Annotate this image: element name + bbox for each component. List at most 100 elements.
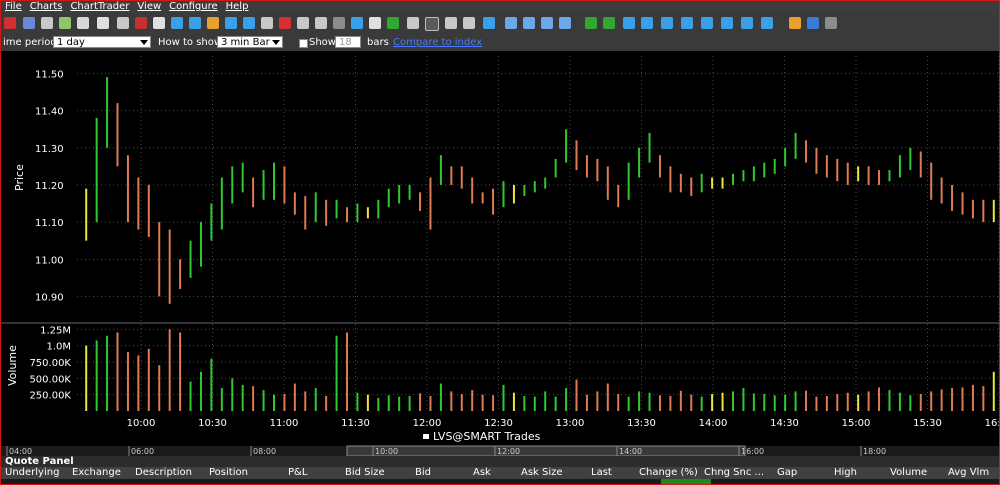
align2-icon[interactable]	[681, 17, 693, 29]
col-description[interactable]: Description	[135, 467, 192, 479]
clock-icon[interactable]	[97, 17, 109, 29]
no-draw-icon[interactable]	[279, 17, 291, 29]
options-bar: ime period 1 day How to show 3 min Bar S…	[1, 35, 999, 51]
grid-icon[interactable]	[225, 17, 237, 29]
col-ask-size[interactable]: Ask Size	[521, 467, 563, 479]
show-count-input[interactable]: 18	[335, 36, 361, 48]
col-bid-size[interactable]: Bid Size	[345, 467, 385, 479]
compass-icon[interactable]	[117, 17, 129, 29]
stop-icon[interactable]	[135, 17, 147, 29]
overview-tick-label: 04:00	[9, 447, 32, 456]
chevron-down-icon	[272, 40, 280, 45]
align5-icon[interactable]	[741, 17, 753, 29]
bars-label: bars	[367, 37, 389, 48]
col-volume[interactable]: Volume	[890, 467, 927, 479]
volume-tick-label: 1.25M	[40, 325, 71, 336]
trend-arrow-icon[interactable]	[483, 17, 495, 29]
time-tick-label: 13:00	[556, 418, 585, 429]
col-ask[interactable]: Ask	[473, 467, 491, 479]
overview-tick-label: 10:00	[375, 447, 398, 456]
col-last[interactable]: Last	[591, 467, 612, 479]
time-tick-label: 15:00	[842, 418, 871, 429]
gear-icon[interactable]	[807, 17, 819, 29]
menu-charttrader[interactable]: ChartTrader	[70, 1, 129, 13]
time-tick-label: 13:30	[627, 418, 656, 429]
col-pnl[interactable]: P&L	[288, 467, 307, 479]
ruler-icon[interactable]	[77, 17, 89, 29]
col-change[interactable]: Change (%)	[639, 467, 698, 479]
arc-icon[interactable]	[559, 17, 571, 29]
volume-tick-label: 500.00K	[29, 374, 71, 385]
how-to-show-value: 3 min Bar	[221, 37, 270, 48]
tool-green2-icon[interactable]	[603, 17, 615, 29]
channel-icon[interactable]	[523, 17, 535, 29]
rotate-right-icon[interactable]	[463, 17, 475, 29]
time-tick-label: 11:00	[270, 418, 299, 429]
menu-file[interactable]: File	[5, 1, 22, 13]
marker-icon[interactable]	[315, 17, 327, 29]
fan-icon[interactable]	[541, 17, 553, 29]
tool-green-icon[interactable]	[585, 17, 597, 29]
print-icon[interactable]	[261, 17, 273, 29]
pointer-icon[interactable]	[333, 17, 345, 29]
refresh-icon[interactable]	[59, 17, 71, 29]
col-chng-snc[interactable]: Chng Snc ...	[704, 467, 764, 479]
overview-tick-label: 16:00	[741, 447, 764, 456]
align6-icon[interactable]	[761, 17, 773, 29]
col-gap[interactable]: Gap	[777, 467, 797, 479]
money-icon[interactable]	[387, 17, 399, 29]
flag-icon[interactable]	[369, 17, 381, 29]
align4-icon[interactable]	[721, 17, 733, 29]
tool-blue2-icon[interactable]	[641, 17, 653, 29]
table-icon[interactable]	[243, 17, 255, 29]
time-tick-label: 14:30	[770, 418, 799, 429]
time-tick-label: 12:00	[413, 418, 442, 429]
col-high[interactable]: High	[834, 467, 857, 479]
menu-help[interactable]: Help	[226, 1, 249, 13]
time-period-select[interactable]: 1 day	[53, 36, 151, 48]
volume-tick-label: 250.00K	[29, 391, 71, 402]
col-underlying[interactable]: Underlying	[5, 467, 59, 479]
quote-row[interactable]	[1, 479, 999, 484]
volume-tick-label: 750.00K	[29, 358, 71, 369]
col-avg-vlm[interactable]: Avg Vlm	[948, 467, 989, 479]
legend-swatch	[423, 434, 429, 439]
col-bid[interactable]: Bid	[415, 467, 431, 479]
quote-panel-header: Quote Panel	[1, 456, 999, 467]
crosshair-icon[interactable]	[4, 17, 16, 29]
price-tick-label: 10.90	[35, 292, 64, 303]
how-to-show-label: How to show	[158, 37, 223, 48]
fibonacci-icon[interactable]	[505, 17, 517, 29]
wrench-icon[interactable]	[825, 17, 837, 29]
globe-icon[interactable]	[789, 17, 801, 29]
line-icon[interactable]	[207, 17, 219, 29]
menu-view[interactable]: View	[137, 1, 161, 13]
plus-icon[interactable]	[407, 17, 419, 29]
compare-to-index-link[interactable]: Compare to index	[393, 37, 482, 48]
chart-window: File Charts ChartTrader View Configure H…	[0, 0, 1000, 485]
zoom-icon[interactable]	[41, 17, 53, 29]
price-chart[interactable]: 11.5011.4011.3011.2011.1011.0010.9011.45…	[1, 51, 999, 456]
col-position[interactable]: Position	[209, 467, 248, 479]
chart-type-icon[interactable]	[351, 17, 363, 29]
how-to-show-select[interactable]: 3 min Bar	[217, 36, 283, 48]
col-exchange[interactable]: Exchange	[72, 467, 121, 479]
menu-charts[interactable]: Charts	[30, 1, 63, 13]
overview-bar[interactable]: 04:00 06:00 08:00 10:00 12:00 14:00 16:00 18:00	[1, 445, 999, 456]
text-icon[interactable]	[171, 17, 183, 29]
circle-icon[interactable]	[153, 17, 165, 29]
overview-window[interactable]	[346, 445, 746, 456]
pencil-icon[interactable]	[297, 17, 309, 29]
undo-icon[interactable]	[23, 17, 35, 29]
show-checkbox[interactable]	[299, 39, 308, 48]
bars-icon[interactable]	[189, 17, 201, 29]
overview-tick-label: 18:00	[863, 447, 886, 456]
rotate-left-icon[interactable]	[445, 17, 457, 29]
select-arrow-icon[interactable]	[425, 17, 439, 31]
volume-axis-title: Volume	[6, 345, 19, 386]
tool-blue-icon[interactable]	[623, 17, 635, 29]
overview-tick-label: 08:00	[253, 447, 276, 456]
align-icon[interactable]	[661, 17, 673, 29]
menu-configure[interactable]: Configure	[169, 1, 217, 13]
align3-icon[interactable]	[701, 17, 713, 29]
